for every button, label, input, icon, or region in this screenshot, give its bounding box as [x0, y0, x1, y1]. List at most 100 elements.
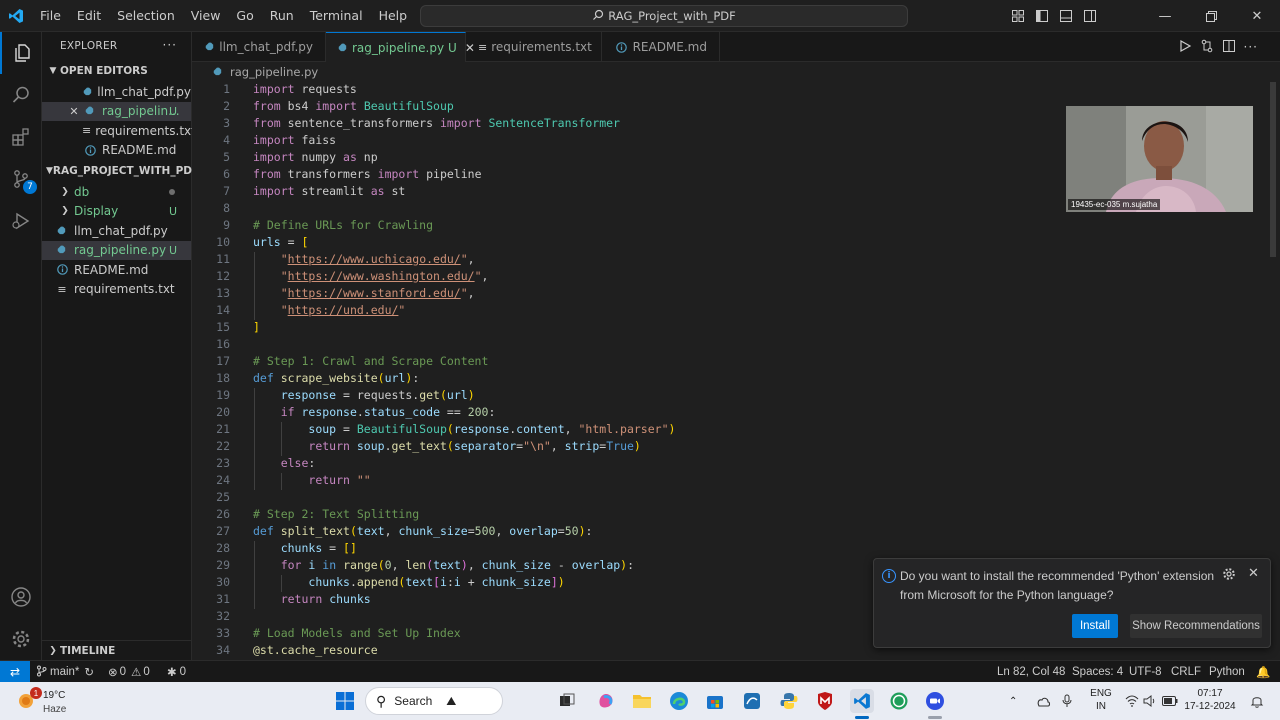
manage-gear-icon[interactable]	[0, 618, 42, 660]
code-text: def scrape_website(url):	[253, 371, 420, 385]
source-control-icon[interactable]: 7	[0, 158, 42, 200]
minimize-icon[interactable]: —	[1142, 0, 1188, 32]
accounts-icon[interactable]	[0, 576, 42, 618]
input-language[interactable]: ENG IN	[1090, 687, 1112, 713]
open-editor-item[interactable]: llm_chat_pdf.py	[42, 82, 191, 102]
editor-scrollbar-thumb[interactable]	[1270, 82, 1276, 257]
run-file-icon[interactable]	[1178, 39, 1192, 56]
compare-changes-icon[interactable]	[1200, 39, 1214, 56]
onedrive-cloud-icon[interactable]	[1035, 682, 1051, 720]
vscode-taskbar-icon[interactable]	[850, 689, 874, 713]
toggle-panel-icon[interactable]	[1054, 0, 1078, 32]
timeline-section[interactable]: ❯ TIMELINE	[42, 640, 192, 660]
ports-count: 0	[179, 666, 187, 678]
indentation[interactable]: Spaces: 4	[1072, 661, 1123, 683]
file-requirements[interactable]: ≡ requirements.txt	[42, 280, 191, 300]
menu-help[interactable]: Help	[371, 0, 416, 32]
search-icon[interactable]	[0, 74, 42, 116]
folder-display[interactable]: ❯ Display U	[42, 202, 191, 222]
file-explorer-icon[interactable]	[630, 689, 654, 713]
notifications-bell-icon[interactable]: 🔔	[1256, 661, 1270, 683]
close-icon[interactable]: ✕	[66, 105, 82, 118]
menu-run[interactable]: Run	[262, 0, 302, 32]
file-llm-chat-pdf[interactable]: llm_chat_pdf.py	[42, 221, 191, 241]
close-notification-icon[interactable]: ✕	[1248, 566, 1259, 581]
language-mode[interactable]: Python	[1209, 661, 1245, 683]
open-editor-item[interactable]: README.md	[42, 141, 191, 161]
line-endings[interactable]: CRLF	[1171, 661, 1201, 683]
battery-icon[interactable]	[1162, 682, 1178, 720]
tab-rag-pipeline[interactable]: rag_pipeline.py U ✕	[326, 32, 475, 62]
toggle-secondary-sidebar-icon[interactable]	[1078, 0, 1102, 32]
project-header[interactable]: ▼ RAG_PROJECT_WITH_PDF	[42, 160, 199, 182]
breadcrumb[interactable]: rag_pipeline.py	[192, 62, 1280, 82]
explorer-icon[interactable]	[0, 32, 42, 74]
windows-start-icon[interactable]	[333, 689, 357, 713]
menu-selection[interactable]: Selection	[109, 0, 183, 32]
open-editors-header[interactable]: ▼ OPEN EDITORS	[42, 60, 191, 82]
windows-taskbar: 1 19°C Haze ⚲ Search ⛰ ⌃ ENG IN 07:17 17…	[0, 682, 1280, 720]
branch-indicator[interactable]: main* ↻	[36, 661, 94, 683]
microsoft-store-icon[interactable]	[703, 689, 727, 713]
file-readme[interactable]: README.md	[42, 260, 191, 280]
volume-icon[interactable]	[1143, 682, 1157, 720]
show-hidden-icons-chevron-icon[interactable]: ⌃	[1009, 682, 1017, 720]
system-clock[interactable]: 07:17 17-12-2024	[1180, 687, 1240, 713]
remote-indicator-icon[interactable]: ⇄	[0, 661, 30, 683]
customize-layout-icon[interactable]	[1006, 0, 1030, 32]
more-actions-icon[interactable]: ···	[163, 38, 177, 52]
whatsapp-icon[interactable]	[887, 689, 911, 713]
line-number: 15	[216, 320, 230, 334]
weather-widget[interactable]: 1 19°C Haze	[10, 685, 90, 717]
info-icon: i	[882, 569, 896, 583]
run-debug-icon[interactable]	[0, 200, 42, 242]
open-editor-item[interactable]: ≡ requirements.txt	[42, 121, 196, 141]
code-line: 13 "https://www.stanford.edu/",	[192, 285, 1280, 302]
folder-db[interactable]: ❯ db	[42, 182, 191, 202]
problems-indicator[interactable]: ⊗ 0 ⚠ 0	[108, 661, 150, 683]
file-rag-pipeline[interactable]: rag_pipeline.py U	[42, 240, 191, 260]
toggle-primary-sidebar-icon[interactable]	[1030, 0, 1054, 32]
more-actions-icon[interactable]: ···	[1244, 40, 1258, 54]
explorer-title-label: EXPLORER	[60, 40, 118, 52]
code-text: return soup.get_text(separator="\n", str…	[308, 439, 641, 453]
cursor-position[interactable]: Ln 82, Col 48	[997, 661, 1065, 683]
line-number: 17	[216, 354, 230, 368]
ports-indicator[interactable]: ✱ 0	[167, 661, 186, 683]
close-window-icon[interactable]: ✕	[1234, 0, 1280, 32]
wifi-icon[interactable]	[1125, 682, 1139, 720]
taskbar-search[interactable]: ⚲ Search ⛰	[365, 687, 503, 715]
copilot-icon[interactable]	[594, 689, 618, 713]
menu-terminal[interactable]: Terminal	[302, 0, 371, 32]
tab-readme[interactable]: README.md	[602, 32, 720, 62]
install-button[interactable]: Install	[1072, 614, 1118, 638]
mysql-workbench-icon[interactable]	[740, 689, 764, 713]
tab-llm-chat-pdf[interactable]: llm_chat_pdf.py	[192, 32, 326, 62]
code-line: 10 urls = [	[192, 234, 1280, 251]
menu-view[interactable]: View	[183, 0, 229, 32]
untracked-badge: U	[168, 204, 177, 218]
zoom-icon[interactable]	[923, 689, 947, 713]
open-editor-item-active[interactable]: ✕ rag_pipelin... U	[42, 101, 191, 121]
task-view-icon[interactable]	[555, 689, 579, 713]
menu-go[interactable]: Go	[228, 0, 261, 32]
line-number: 24	[216, 473, 230, 487]
show-recommendations-button[interactable]: Show Recommendations	[1130, 614, 1262, 638]
extensions-icon[interactable]	[0, 116, 42, 158]
command-center-search[interactable]: RAG_Project_with_PDF	[420, 5, 908, 27]
menu-file[interactable]: File	[32, 0, 69, 32]
python-app-icon[interactable]	[777, 689, 801, 713]
line-number: 16	[216, 337, 230, 351]
notification-settings-gear-icon[interactable]	[1222, 567, 1236, 584]
edge-browser-icon[interactable]	[667, 689, 691, 713]
menu-edit[interactable]: Edit	[69, 0, 109, 32]
file-encoding[interactable]: UTF-8	[1129, 661, 1162, 683]
microphone-icon[interactable]	[1062, 682, 1072, 720]
sync-icon[interactable]: ↻	[84, 665, 94, 679]
split-editor-icon[interactable]	[1222, 39, 1236, 56]
mcafee-icon[interactable]	[813, 689, 837, 713]
restore-icon[interactable]	[1188, 0, 1234, 32]
notification-center-icon[interactable]	[1250, 682, 1264, 720]
vscode-logo-icon	[0, 0, 32, 32]
tab-requirements[interactable]: ≡ requirements.txt	[466, 32, 602, 62]
